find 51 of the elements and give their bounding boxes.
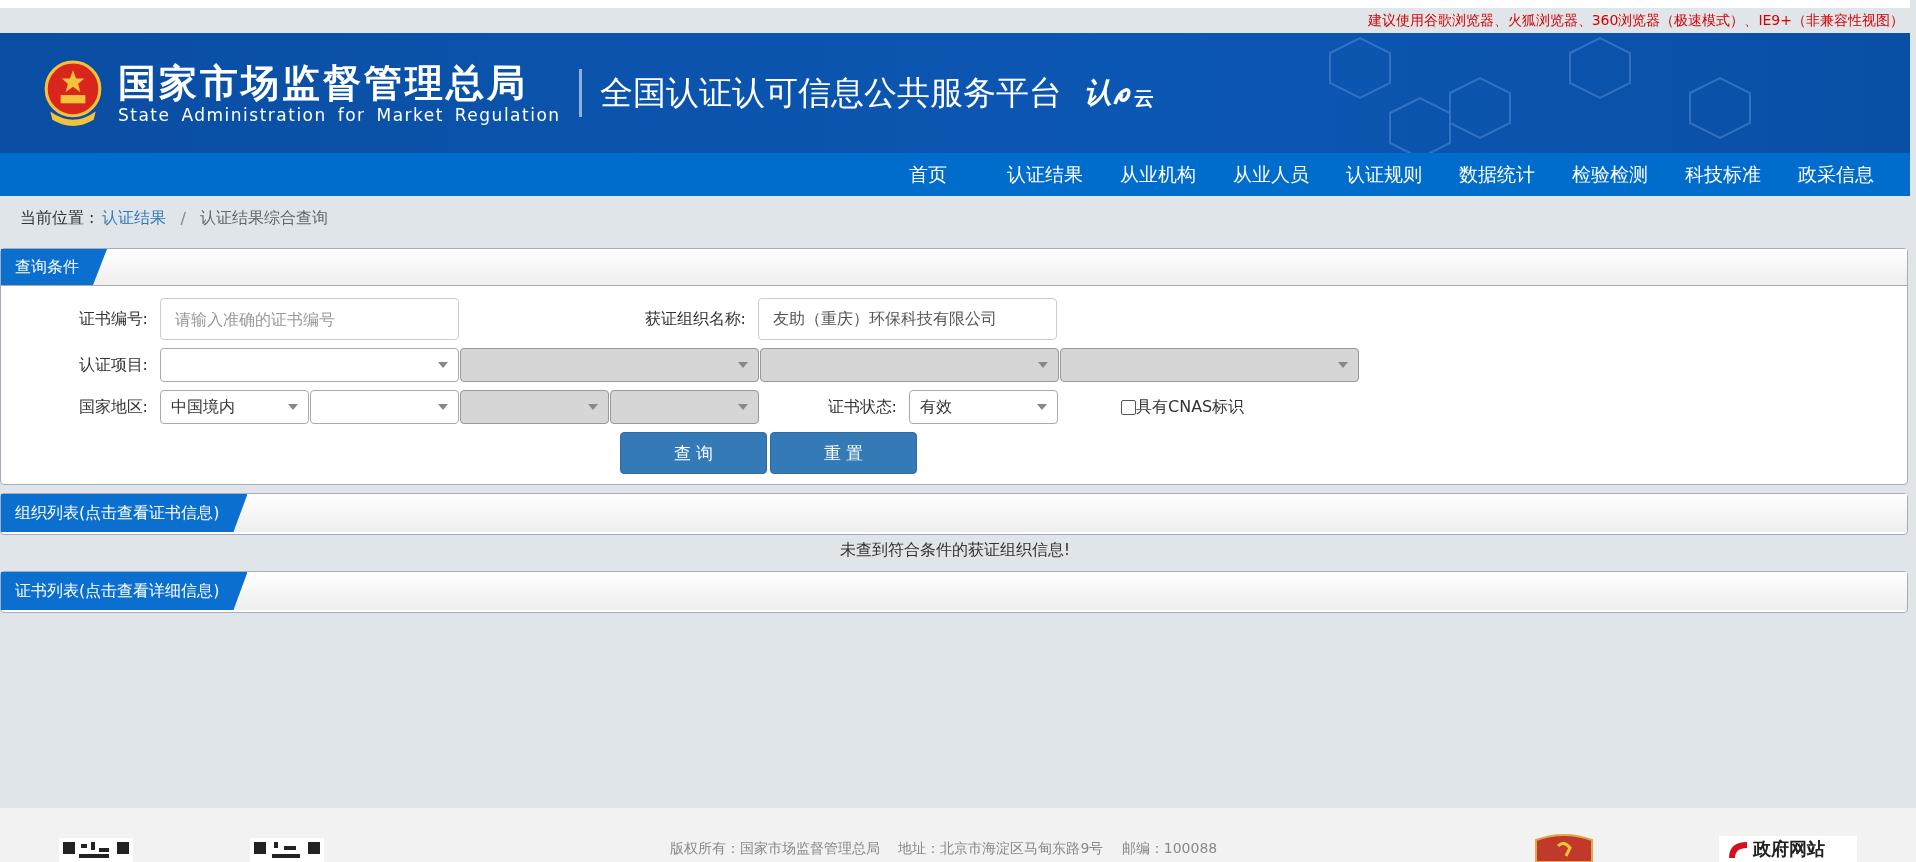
nav-link[interactable]: 政采信息 xyxy=(1779,161,1892,188)
nav-link[interactable]: 首页 xyxy=(878,161,978,188)
caret-icon xyxy=(438,362,448,368)
empty-result-message: 未查到符合条件的获证组织信息! xyxy=(839,540,1071,559)
caret-icon xyxy=(1038,362,1048,368)
checkbox-label: 具有CNAS标识 xyxy=(1136,396,1245,418)
platform-logo: 认 云 xyxy=(1083,75,1154,112)
field-label: 获证组织名称: xyxy=(643,308,747,330)
breadcrumb-separator: / xyxy=(180,208,186,228)
caret-icon xyxy=(588,404,598,410)
caret-icon xyxy=(438,404,448,410)
qr-code-icon xyxy=(59,838,133,862)
government-website-logo: 政府网站 xyxy=(1719,836,1857,862)
field-label: 认证项目: xyxy=(77,354,149,376)
dropdown[interactable] xyxy=(160,348,459,382)
copyright-text: 版权所有：国家市场监督管理总局 地址：北京市海淀区马甸东路9号 邮编：100088 xyxy=(670,840,1218,858)
platform-title: 全国认证认可信息公共服务平台 xyxy=(599,71,1062,114)
nav-link[interactable]: 从业人员 xyxy=(1214,161,1327,188)
certificate-number-input[interactable]: 请输入准确的证书编号 xyxy=(160,298,459,340)
panel-title: 查询条件 xyxy=(1,249,107,285)
nav-link[interactable]: 科技标准 xyxy=(1666,161,1779,188)
search-button[interactable]: 查 询 xyxy=(620,432,767,474)
field-label: 国家地区: xyxy=(77,396,149,418)
browser-notice: 建议使用谷歌浏览器、火狐浏览器、360浏览器（极速模式）、IE9+（非兼容性视图） xyxy=(1367,11,1904,30)
emblem-icon xyxy=(42,60,104,126)
nav-link[interactable]: 检验检测 xyxy=(1553,161,1666,188)
breadcrumb-current: 认证结果综合查询 xyxy=(199,207,328,229)
organization-name-input[interactable]: 友助（重庆）环保科技有限公司 xyxy=(758,298,1057,340)
panel-title: 证书列表(点击查看详细信息) xyxy=(1,572,248,610)
status-dropdown[interactable]: 有效 xyxy=(909,390,1058,424)
nav-link[interactable]: 从业机构 xyxy=(1101,161,1214,188)
dropdown[interactable] xyxy=(310,390,459,424)
qr-code-icon xyxy=(250,838,324,862)
agency-english-name: State Administration for Market Regulation xyxy=(118,105,561,125)
caret-icon xyxy=(738,404,748,410)
breadcrumb-label: 当前位置 : xyxy=(20,207,95,229)
reset-button[interactable]: 重 置 xyxy=(770,432,917,474)
field-label: 证书状态: xyxy=(826,396,898,418)
caret-icon xyxy=(1037,404,1047,410)
agency-name: 国家市场监督管理总局 xyxy=(118,61,529,105)
cnas-checkbox[interactable] xyxy=(1121,399,1136,415)
caret-icon xyxy=(1338,362,1348,368)
dropdown[interactable]: 中国境内 xyxy=(160,390,309,424)
nav-link[interactable]: 认证规则 xyxy=(1327,161,1440,188)
nav-link[interactable]: 数据统计 xyxy=(1440,161,1553,188)
panel-title: 组织列表(点击查看证书信息) xyxy=(1,494,248,532)
caret-icon xyxy=(738,362,748,368)
nav-link[interactable]: 认证结果 xyxy=(988,161,1101,188)
field-label: 证书编号: xyxy=(77,308,149,330)
breadcrumb-link[interactable]: 认证结果 xyxy=(102,207,167,229)
caret-icon xyxy=(288,404,298,410)
